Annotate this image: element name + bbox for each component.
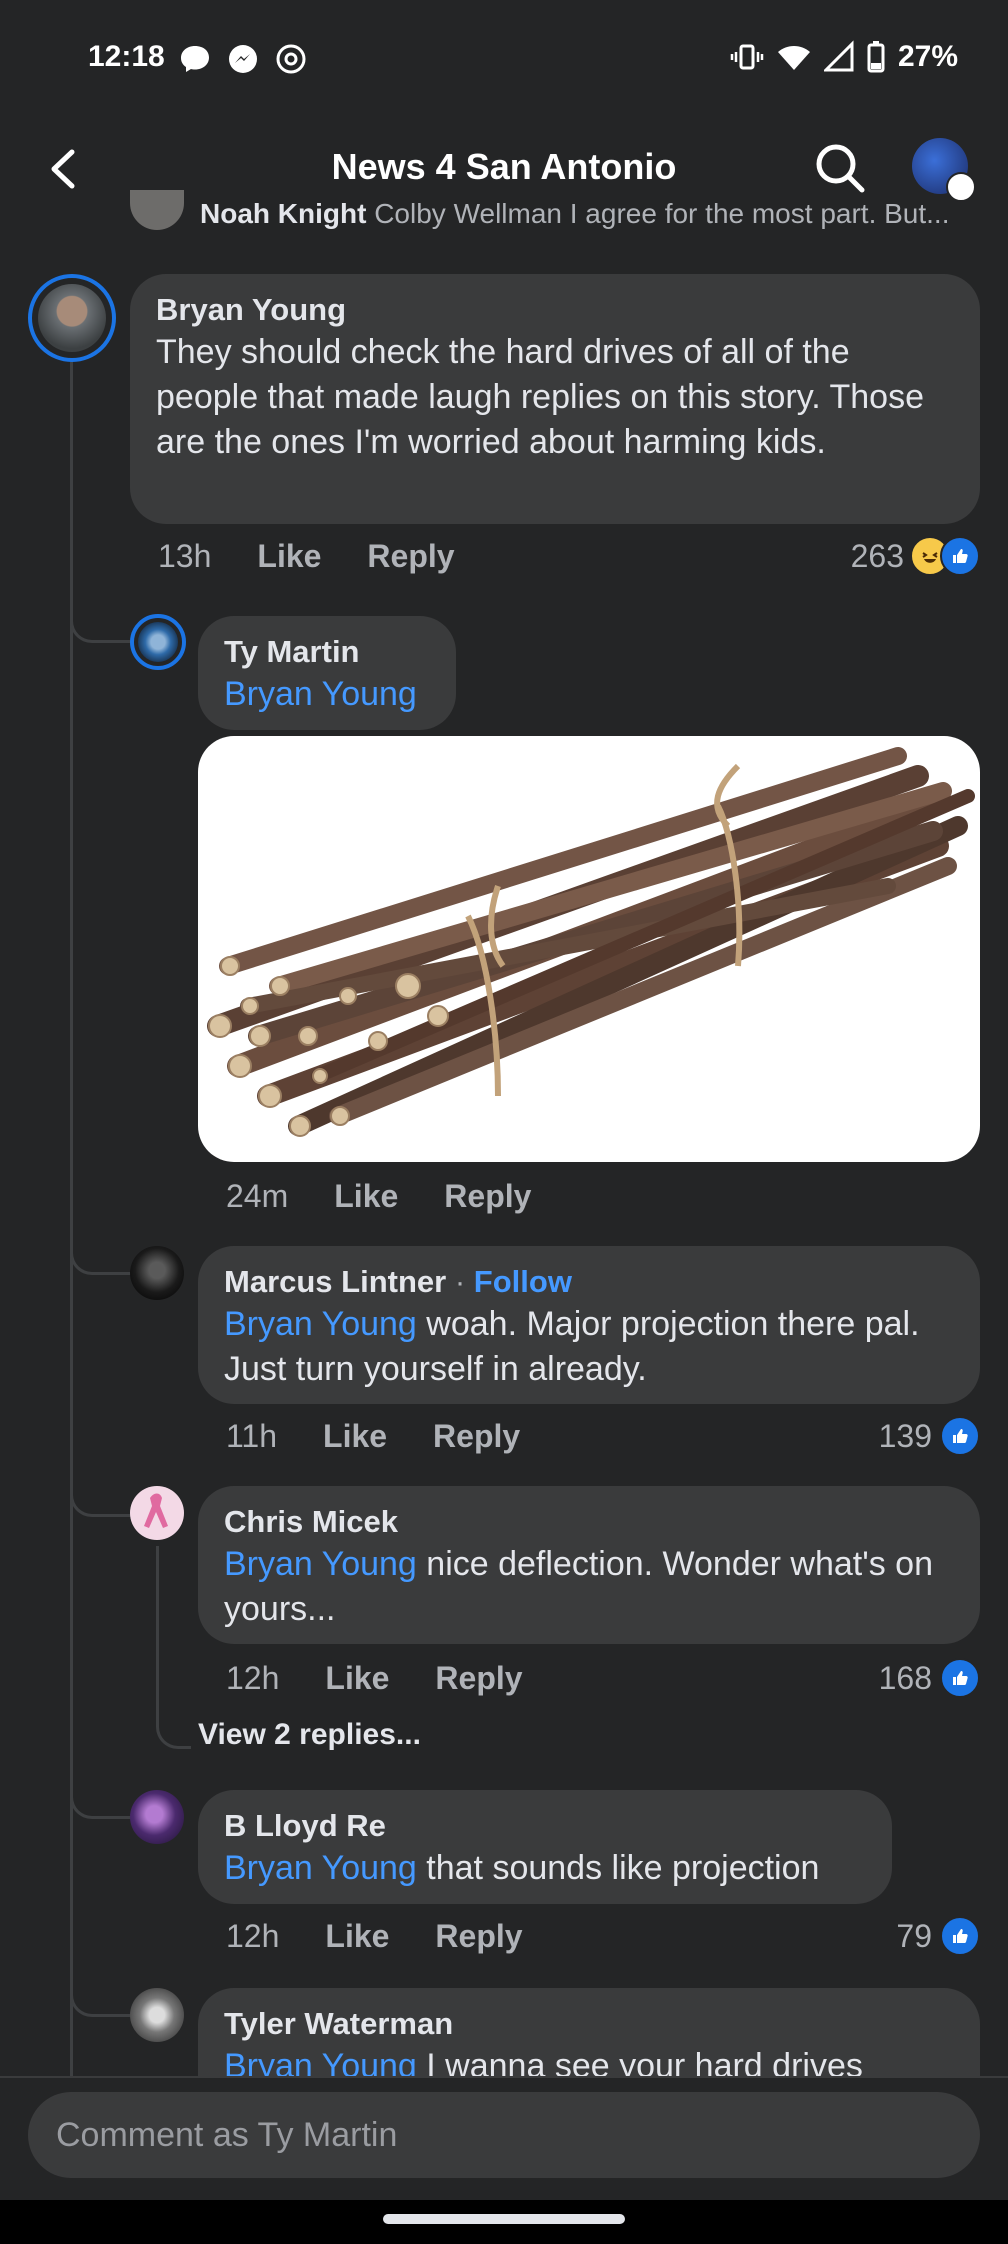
commenter-name[interactable]: B Lloyd Re bbox=[224, 1806, 866, 1846]
comment-timestamp: 24m bbox=[226, 1178, 289, 1214]
reaction-summary[interactable]: 139 bbox=[879, 1416, 980, 1456]
comment-bubble[interactable]: Ty Martin Bryan Young bbox=[198, 616, 456, 730]
reaction-summary[interactable]: 79 bbox=[896, 1916, 980, 1956]
reaction-count: 139 bbox=[878, 1417, 932, 1454]
thread-branch bbox=[70, 1974, 133, 2017]
thread-branch bbox=[70, 1776, 133, 1819]
mention-link[interactable]: Bryan Young bbox=[224, 1849, 417, 1887]
commenter-name[interactable]: Marcus Lintner bbox=[224, 1264, 446, 1299]
comment-bubble[interactable]: Chris Micek Bryan Young nice deflection.… bbox=[198, 1486, 980, 1644]
chat-bubble-icon bbox=[181, 46, 209, 72]
status-time: 12:18 bbox=[88, 40, 165, 73]
comment-actions: 13h Like Reply bbox=[158, 538, 455, 575]
previous-comment-preview[interactable]: Noah Knight Colby Wellman I agree for th… bbox=[130, 198, 980, 234]
battery-percent: 27% bbox=[897, 40, 958, 73]
follow-button[interactable]: Follow bbox=[474, 1264, 572, 1299]
thread-branch bbox=[156, 1700, 191, 1749]
thread-line bbox=[156, 1546, 159, 1722]
reaction-count: 168 bbox=[878, 1659, 932, 1696]
signal-icon bbox=[823, 40, 854, 72]
like-button[interactable]: Like bbox=[323, 1418, 387, 1455]
avatar[interactable] bbox=[130, 1486, 184, 1540]
commenter-name[interactable]: Bryan Young bbox=[156, 290, 954, 330]
comment-actions: 12h Like Reply bbox=[226, 1660, 523, 1697]
reaction-count: 79 bbox=[896, 1917, 932, 1954]
comment-timestamp: 12h bbox=[226, 1918, 280, 1954]
comment-actions: 11h Like Reply bbox=[226, 1418, 520, 1455]
reply-button[interactable]: Reply bbox=[444, 1178, 531, 1215]
like-button[interactable]: Like bbox=[257, 538, 321, 575]
comment-body: that sounds like projection bbox=[416, 1849, 820, 1887]
reaction-summary[interactable]: 263 bbox=[851, 536, 980, 576]
comment-actions: 12h Like Reply bbox=[226, 1918, 523, 1955]
comment-timestamp: 13h bbox=[158, 538, 212, 574]
comment-actions: 24m Like Reply bbox=[226, 1178, 531, 1215]
reply-button[interactable]: Reply bbox=[435, 1918, 522, 1955]
system-icons: 27% bbox=[730, 40, 958, 74]
commenter-name[interactable]: Tyler Waterman bbox=[224, 2004, 954, 2044]
comment-text: Bryan Young woah. Major projection there… bbox=[224, 1302, 954, 1392]
like-reaction-icon bbox=[940, 1916, 980, 1956]
reply-button[interactable]: Reply bbox=[433, 1418, 520, 1455]
thread-branch bbox=[70, 1474, 133, 1517]
reaction-summary[interactable]: 168 bbox=[879, 1658, 980, 1698]
comment-bubble[interactable]: Bryan Young They should check the hard d… bbox=[130, 274, 980, 524]
mention-link[interactable]: Bryan Young bbox=[224, 1305, 417, 1343]
mention-link[interactable]: Bryan Young bbox=[224, 1545, 417, 1583]
like-reaction-icon bbox=[940, 536, 980, 576]
status-bar: 12:18 27% bbox=[0, 0, 1008, 120]
vibrate-icon bbox=[730, 44, 764, 70]
home-gesture-handle[interactable] bbox=[383, 2214, 625, 2224]
reaction-count: 263 bbox=[850, 537, 904, 574]
like-reaction-icon bbox=[940, 1416, 980, 1456]
system-nav-bar bbox=[0, 2200, 1008, 2244]
avatar[interactable] bbox=[130, 1988, 184, 2042]
reply-button[interactable]: Reply bbox=[367, 538, 454, 575]
comment-composer: Comment as Ty Martin bbox=[0, 2076, 1008, 2202]
comment-timestamp: 11h bbox=[226, 1418, 278, 1454]
comment-snippet: Colby Wellman I agree for the most part.… bbox=[374, 198, 950, 229]
comment-header: Marcus Lintner · Follow bbox=[224, 1264, 572, 1299]
like-button[interactable]: Like bbox=[325, 1660, 389, 1697]
commenter-name[interactable]: Chris Micek bbox=[224, 1502, 954, 1542]
threads-icon bbox=[276, 44, 306, 74]
like-button[interactable]: Like bbox=[334, 1178, 398, 1215]
avatar[interactable] bbox=[28, 274, 116, 362]
comment-timestamp: 12h bbox=[226, 1660, 280, 1696]
comment-image-bundle-of-sticks[interactable] bbox=[198, 736, 980, 1162]
like-button[interactable]: Like bbox=[325, 1918, 389, 1955]
avatar[interactable] bbox=[130, 1246, 184, 1300]
view-replies-link[interactable]: View 2 replies... bbox=[198, 1718, 421, 1752]
comment-bubble[interactable]: B Lloyd Re Bryan Young that sounds like … bbox=[198, 1790, 892, 1904]
comment-text: Bryan Young that sounds like projection bbox=[224, 1846, 866, 1891]
mention-link[interactable]: Bryan Young bbox=[224, 672, 430, 717]
comment-text: Bryan Young nice deflection. Wonder what… bbox=[224, 1542, 954, 1632]
comment-bubble[interactable]: Marcus Lintner · Follow Bryan Young woah… bbox=[198, 1246, 980, 1404]
profile-switcher-avatar[interactable] bbox=[912, 138, 976, 202]
reply-button[interactable]: Reply bbox=[435, 1660, 522, 1697]
like-reaction-icon bbox=[940, 1658, 980, 1698]
pink-ribbon-icon bbox=[144, 1493, 168, 1528]
battery-icon bbox=[867, 41, 885, 73]
comment-input[interactable]: Comment as Ty Martin bbox=[28, 2092, 980, 2178]
wifi-icon bbox=[777, 46, 810, 70]
avatar[interactable] bbox=[130, 614, 186, 670]
commenter-name[interactable]: Ty Martin bbox=[224, 632, 430, 672]
avatar[interactable] bbox=[130, 1790, 184, 1844]
notification-icons bbox=[178, 42, 308, 76]
search-icon[interactable] bbox=[812, 140, 868, 196]
commenter-name: Noah Knight bbox=[200, 198, 367, 229]
messenger-icon bbox=[229, 45, 257, 73]
comment-text: They should check the hard drives of all… bbox=[156, 333, 924, 461]
thread-branch bbox=[70, 600, 133, 643]
thread-branch bbox=[70, 1232, 133, 1275]
